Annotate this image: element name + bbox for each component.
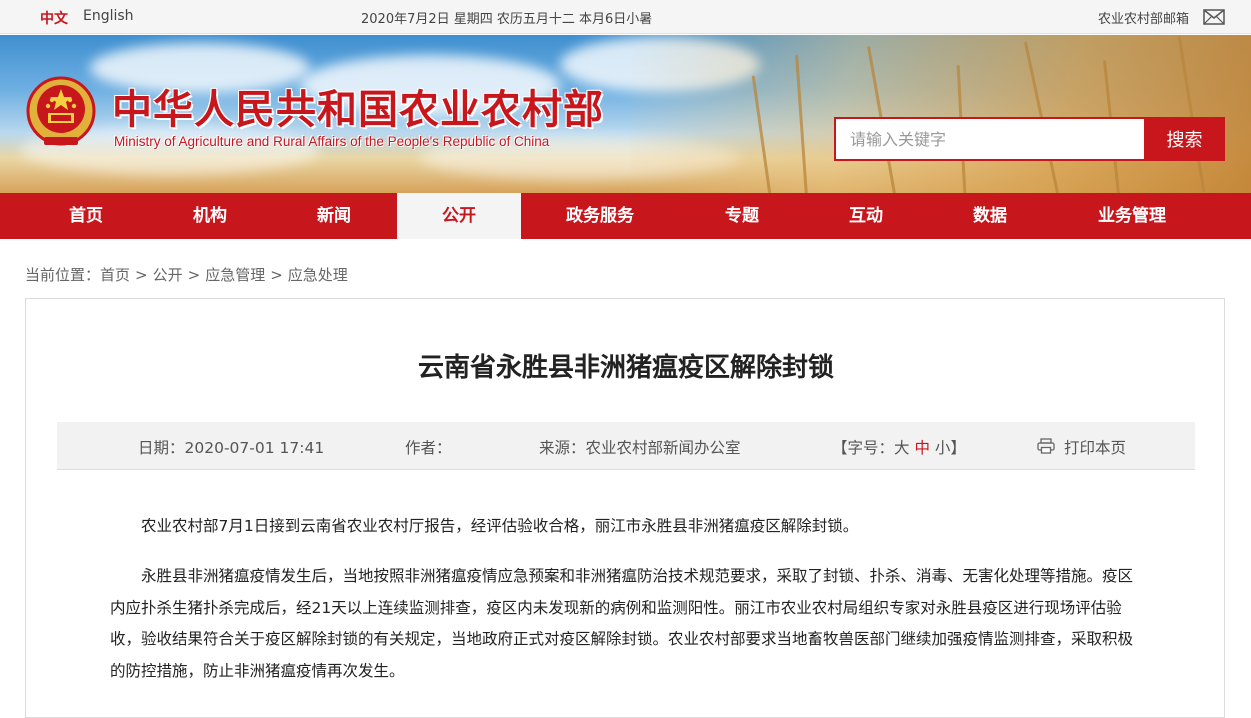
nav-item-news[interactable]: 新闻 xyxy=(272,193,396,239)
nav-item-public[interactable]: 公开 xyxy=(397,193,521,239)
main-navigation: 首页 机构 新闻 公开 政务服务 专题 互动 数据 业务管理 xyxy=(0,193,1251,239)
language-chinese-link[interactable]: 中文 xyxy=(40,8,68,28)
wheat-field-image xyxy=(631,35,1251,193)
search-input[interactable] xyxy=(834,117,1144,161)
font-size-small-button[interactable]: 小 xyxy=(935,439,951,457)
font-size-large-button[interactable]: 大 xyxy=(894,439,910,457)
ministry-mailbox-link[interactable]: 农业农村部邮箱 xyxy=(1098,8,1189,27)
breadcrumb-prefix: 当前位置： xyxy=(25,266,101,284)
article-title: 云南省永胜县非洲猪瘟疫区解除封锁 xyxy=(417,353,834,383)
font-size-prefix: 【字号： xyxy=(832,439,895,457)
print-icon[interactable] xyxy=(1037,438,1055,454)
mail-icon[interactable] xyxy=(1203,9,1225,25)
search-button[interactable]: 搜索 xyxy=(1144,117,1225,161)
breadcrumb: 当前位置：首页 > 公开 > 应急管理 > 应急处理 xyxy=(25,264,348,285)
article-paragraph-1: 农业农村部7月1日接到云南省农业农村厅报告，经评估验收合格，丽江市永胜县非洲猪瘟… xyxy=(141,517,859,535)
breadcrumb-separator: > xyxy=(135,266,148,284)
font-size-suffix: 】 xyxy=(950,439,966,457)
breadcrumb-link-public[interactable]: 公开 xyxy=(153,266,183,284)
breadcrumb-link-emergency-handling[interactable]: 应急处理 xyxy=(288,266,348,284)
breadcrumb-link-home[interactable]: 首页 xyxy=(100,266,130,284)
article-meta-bar: 日期：2020-07-01 17:41 作者： 来源：农业农村部新闻办公室 【字… xyxy=(57,422,1195,470)
article-date: 日期：2020-07-01 17:41 xyxy=(138,439,325,457)
ministry-name-chinese: 中华人民共和国农业农村部 xyxy=(112,87,604,133)
language-english-link[interactable]: English xyxy=(83,8,134,24)
nav-item-topics[interactable]: 专题 xyxy=(680,193,804,239)
article-source: 来源：农业农村部新闻办公室 xyxy=(539,439,741,457)
ministry-name-english: Ministry of Agriculture and Rural Affair… xyxy=(114,134,550,149)
breadcrumb-separator: > xyxy=(270,266,283,284)
nav-item-business-management[interactable]: 业务管理 xyxy=(1062,193,1202,239)
font-size-control: 【字号：大 中 小】 xyxy=(832,436,966,458)
article-container: 云南省永胜县非洲猪瘟疫区解除封锁 日期：2020-07-01 17:41 作者：… xyxy=(25,298,1225,718)
national-emblem-icon xyxy=(26,76,96,146)
nav-item-government-services[interactable]: 政务服务 xyxy=(530,193,670,239)
top-utility-bar: 中文 English 2020年7月2日 星期四 农历五月十二 本月6日小暑 农… xyxy=(0,0,1251,34)
header-banner: 中华人民共和国农业农村部 Ministry of Agriculture and… xyxy=(0,35,1251,193)
nav-item-home[interactable]: 首页 xyxy=(22,193,150,239)
article-author: 作者： xyxy=(405,439,452,457)
font-size-medium-button[interactable]: 中 xyxy=(914,439,930,457)
nav-item-organization[interactable]: 机构 xyxy=(148,193,272,239)
nav-item-interaction[interactable]: 互动 xyxy=(804,193,928,239)
current-date: 2020年7月2日 星期四 农历五月十二 本月6日小暑 xyxy=(361,12,653,27)
breadcrumb-separator: > xyxy=(187,266,201,284)
breadcrumb-link-emergency-management[interactable]: 应急管理 xyxy=(205,266,265,284)
nav-item-data[interactable]: 数据 xyxy=(928,193,1052,239)
print-page-button[interactable]: 打印本页 xyxy=(1064,436,1126,458)
article-paragraph-2: 永胜县非洲猪瘟疫情发生后，当地按照非洲猪瘟疫情应急预案和非洲猪瘟防治技术规范要求… xyxy=(110,567,1134,680)
